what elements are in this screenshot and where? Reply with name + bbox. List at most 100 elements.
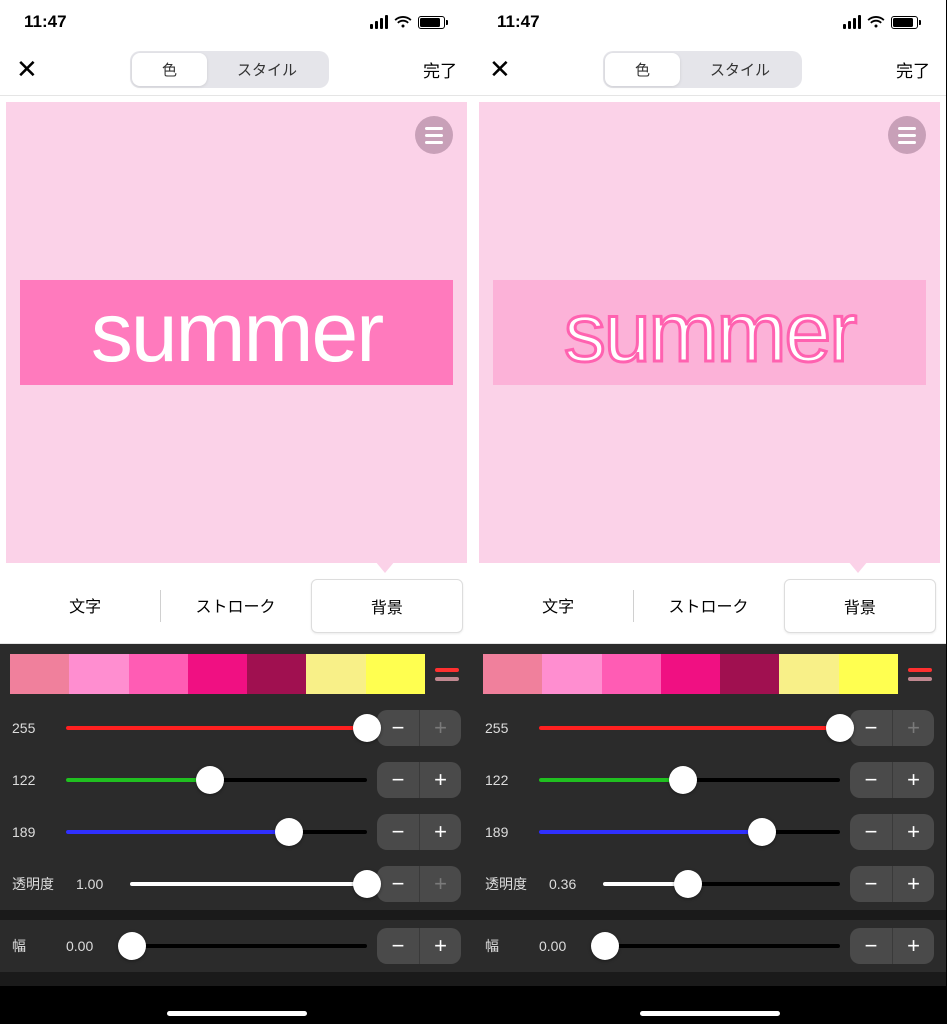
tab-text[interactable]: 文字 xyxy=(10,579,160,633)
canvas[interactable]: summer xyxy=(479,102,940,563)
text-box[interactable]: summer xyxy=(493,280,926,385)
width-slider[interactable] xyxy=(120,934,367,958)
swatch[interactable] xyxy=(366,654,425,694)
swatch[interactable] xyxy=(542,654,601,694)
tab-stroke[interactable]: ストローク xyxy=(160,579,310,633)
swatch[interactable] xyxy=(779,654,838,694)
slider-width: 幅 0.00 − + xyxy=(473,920,946,972)
swatch[interactable] xyxy=(661,654,720,694)
plus-button[interactable]: + xyxy=(419,866,461,902)
swatch[interactable] xyxy=(247,654,306,694)
nav-bar: ✕ 色 スタイル 完了 xyxy=(0,44,473,96)
plus-button[interactable]: + xyxy=(892,762,934,798)
blue-slider[interactable] xyxy=(66,820,367,844)
canvas-area: summer xyxy=(473,96,946,569)
red-slider[interactable] xyxy=(539,716,840,740)
minus-button[interactable]: − xyxy=(377,762,419,798)
swatch[interactable] xyxy=(69,654,128,694)
red-value: 255 xyxy=(485,720,529,736)
blue-slider[interactable] xyxy=(539,820,840,844)
red-stepper: − + xyxy=(850,710,934,746)
plus-button[interactable]: + xyxy=(419,762,461,798)
green-slider[interactable] xyxy=(539,768,840,792)
canvas-menu-icon[interactable] xyxy=(888,116,926,154)
minus-button[interactable]: − xyxy=(850,762,892,798)
plus-button[interactable]: + xyxy=(419,710,461,746)
segment-color[interactable]: 色 xyxy=(132,53,207,86)
swatch[interactable] xyxy=(129,654,188,694)
red-slider[interactable] xyxy=(66,716,367,740)
home-indicator[interactable] xyxy=(167,1011,307,1016)
pointer-icon xyxy=(375,561,395,573)
screen-right: 11:47 ✕ 色 スタイル 完了 summer 文字 スト xyxy=(473,0,946,1024)
blue-value: 189 xyxy=(12,824,56,840)
opacity-slider[interactable] xyxy=(130,872,367,896)
opacity-stepper: − + xyxy=(377,866,461,902)
minus-button[interactable]: − xyxy=(850,710,892,746)
minus-button[interactable]: − xyxy=(850,814,892,850)
width-value: 0.00 xyxy=(66,938,110,954)
done-button[interactable]: 完了 xyxy=(407,57,457,82)
canvas-text: summer xyxy=(493,284,926,381)
green-value: 122 xyxy=(485,772,529,788)
swatch-menu-icon[interactable] xyxy=(908,668,936,681)
swatch[interactable] xyxy=(483,654,542,694)
tab-text[interactable]: 文字 xyxy=(483,579,633,633)
swatch[interactable] xyxy=(188,654,247,694)
slider-green: 122 − + xyxy=(0,754,473,806)
plus-button[interactable]: + xyxy=(892,866,934,902)
battery-icon xyxy=(891,16,918,29)
plus-button[interactable]: + xyxy=(892,814,934,850)
opacity-stepper: − + xyxy=(850,866,934,902)
canvas-menu-icon[interactable] xyxy=(415,116,453,154)
close-button[interactable]: ✕ xyxy=(16,54,52,85)
swatch[interactable] xyxy=(720,654,779,694)
segment-color[interactable]: 色 xyxy=(605,53,680,86)
canvas[interactable]: summer xyxy=(6,102,467,563)
swatch[interactable] xyxy=(10,654,69,694)
home-indicator-area xyxy=(0,986,473,1024)
tab-stroke[interactable]: ストローク xyxy=(633,579,783,633)
segment-style[interactable]: スタイル xyxy=(207,53,327,86)
canvas-area: summer xyxy=(0,96,473,569)
swatch[interactable] xyxy=(306,654,365,694)
blue-value: 189 xyxy=(485,824,529,840)
swatch-menu-icon[interactable] xyxy=(435,668,463,681)
plus-button[interactable]: + xyxy=(419,928,461,964)
plus-button[interactable]: + xyxy=(892,928,934,964)
tab-background[interactable]: 背景 xyxy=(311,579,463,633)
width-value: 0.00 xyxy=(539,938,583,954)
green-slider[interactable] xyxy=(66,768,367,792)
minus-button[interactable]: − xyxy=(850,928,892,964)
cellular-signal-icon xyxy=(370,15,388,29)
done-button[interactable]: 完了 xyxy=(880,57,930,82)
green-value: 122 xyxy=(12,772,56,788)
status-bar: 11:47 xyxy=(473,0,946,44)
plus-button[interactable]: + xyxy=(892,710,934,746)
opacity-slider[interactable] xyxy=(603,872,840,896)
width-slider[interactable] xyxy=(593,934,840,958)
minus-button[interactable]: − xyxy=(377,928,419,964)
minus-button[interactable]: − xyxy=(377,866,419,902)
slider-blue: 189 − + xyxy=(0,806,473,858)
green-stepper: − + xyxy=(850,762,934,798)
color-swatch-row xyxy=(473,644,946,702)
minus-button[interactable]: − xyxy=(377,710,419,746)
close-button[interactable]: ✕ xyxy=(489,54,525,85)
minus-button[interactable]: − xyxy=(850,866,892,902)
segment-style[interactable]: スタイル xyxy=(680,53,800,86)
width-label: 幅 xyxy=(12,936,56,956)
status-bar: 11:47 xyxy=(0,0,473,44)
plus-button[interactable]: + xyxy=(419,814,461,850)
control-panel: 255 − + 122 − + 189 xyxy=(473,644,946,986)
opacity-value: 0.36 xyxy=(549,876,593,892)
status-icons xyxy=(843,15,918,29)
swatch[interactable] xyxy=(602,654,661,694)
home-indicator[interactable] xyxy=(640,1011,780,1016)
text-attribute-tabs: 文字 ストローク 背景 xyxy=(0,569,473,644)
swatch[interactable] xyxy=(839,654,898,694)
minus-button[interactable]: − xyxy=(377,814,419,850)
text-box[interactable]: summer xyxy=(20,280,453,385)
tab-background[interactable]: 背景 xyxy=(784,579,936,633)
width-label: 幅 xyxy=(485,936,529,956)
